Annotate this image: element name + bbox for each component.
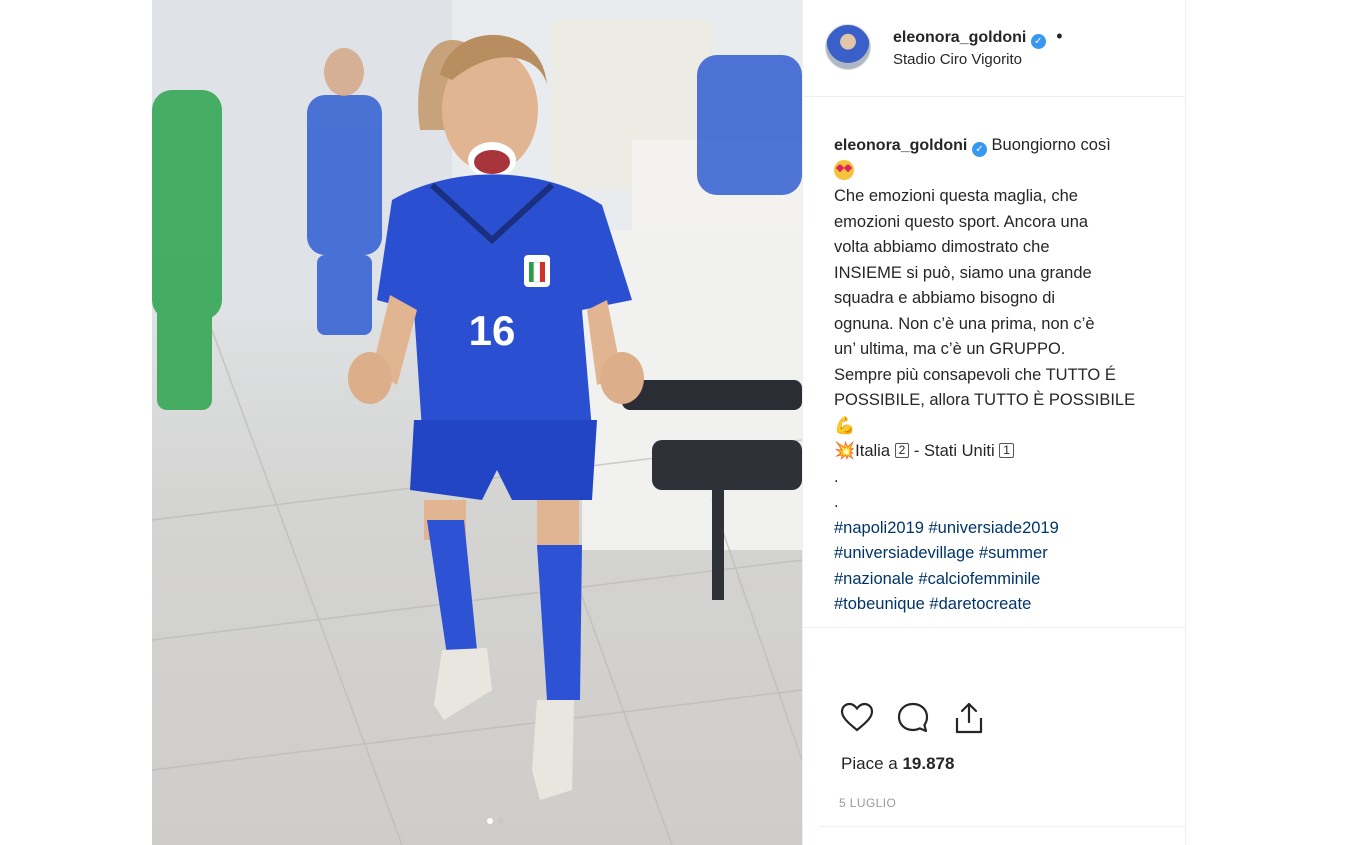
divider [803,627,1186,628]
caption: eleonora_goldoni ✓ Buongiorno così Che e… [834,133,1174,618]
caption-line: Buongiorno così [991,136,1111,154]
svg-text:16: 16 [469,307,516,354]
comment-icon[interactable] [895,700,931,736]
caption-line: Sempre più consapevoli che TUTTO É [834,365,1116,384]
post-header: eleonora_goldoni ✓ • Stadio Ciro Vigorit… [803,0,1186,97]
caption-line: ognuna. Non c’è una prima, non c’è [834,314,1095,333]
caption-emoji-line: 💪 [834,414,1174,440]
header-user-row: eleonora_goldoni ✓ • [893,26,1063,49]
instagram-post: 16 eleonora_goldoni ✓ • Stadio Ciro Vigo… [152,0,1186,845]
team1-name: Italia [855,442,891,460]
location-link[interactable]: Stadio Ciro Vigorito [893,51,1022,68]
score1-keycap: 2 [894,443,910,458]
likes-number: 19.878 [902,754,955,773]
share-icon[interactable] [951,700,987,736]
heart-icon[interactable] [839,700,875,736]
hashtag-line[interactable]: #tobeunique #daretocreate [834,592,1174,618]
heart-eyes-emoji [834,159,854,180]
post-date[interactable]: 5 LUGLIO [839,796,896,810]
caption-username-link[interactable]: eleonora_goldoni [834,137,967,154]
likes-count[interactable]: Piace a 19.878 [841,754,954,774]
collision-emoji: 💥 [834,441,856,460]
caption-dot: . [834,467,839,486]
hashtag-line[interactable]: #napoli2019 #universiade2019 [834,516,1174,542]
caption-emoji-line [834,159,1174,185]
flexed-biceps-emoji: 💪 [834,415,856,435]
caption-line: POSSIBILE, allora TUTTO È POSSIBILE [834,391,1136,409]
caption-line: squadra e abbiamo bisogno di [834,289,1056,307]
separator-dot: • [1056,26,1063,46]
caption-first-line: eleonora_goldoni ✓ Buongiorno così [834,133,1174,159]
likes-prefix: Piace a [841,754,898,773]
post-photo[interactable]: 16 [152,0,802,845]
check-icon: ✓ [1030,34,1046,49]
score-dash: - [913,442,920,460]
check-icon: ✓ [971,142,987,157]
caption-line: volta abbiamo dimostrato che [834,238,1050,256]
username-link[interactable]: eleonora_goldoni [893,29,1026,46]
score2-keycap: 1 [999,443,1014,458]
post-sidebar: eleonora_goldoni ✓ • Stadio Ciro Vigorit… [802,0,1186,845]
caption-line: Che emozioni questa maglia, che [834,187,1078,205]
avatar[interactable] [825,24,871,70]
caption-line: INSIEME si può, siamo una grande [834,263,1092,282]
caption-line: un’ ultima, ma c’è un GRUPPO. [834,340,1066,358]
hashtags: #napoli2019 #universiade2019 #universiad… [834,516,1174,618]
divider [819,826,1186,827]
photo-illustration: 16 [152,0,802,845]
team2-name: Stati Uniti [924,442,995,460]
caption-line: emozioni questo sport. Ancora una [834,212,1089,231]
caption-dot: . [834,493,839,511]
action-bar [839,700,987,736]
carousel-dot-2[interactable] [498,818,504,824]
carousel-dot-1[interactable] [487,818,493,824]
carousel-indicator[interactable] [487,818,504,824]
hashtag-line[interactable]: #universiadevillage #summer [834,541,1174,567]
match-score-line: 💥Italia 2 - Stati Uniti 1 [834,439,1174,465]
hashtag-line[interactable]: #nazionale #calciofemminile [834,567,1174,593]
